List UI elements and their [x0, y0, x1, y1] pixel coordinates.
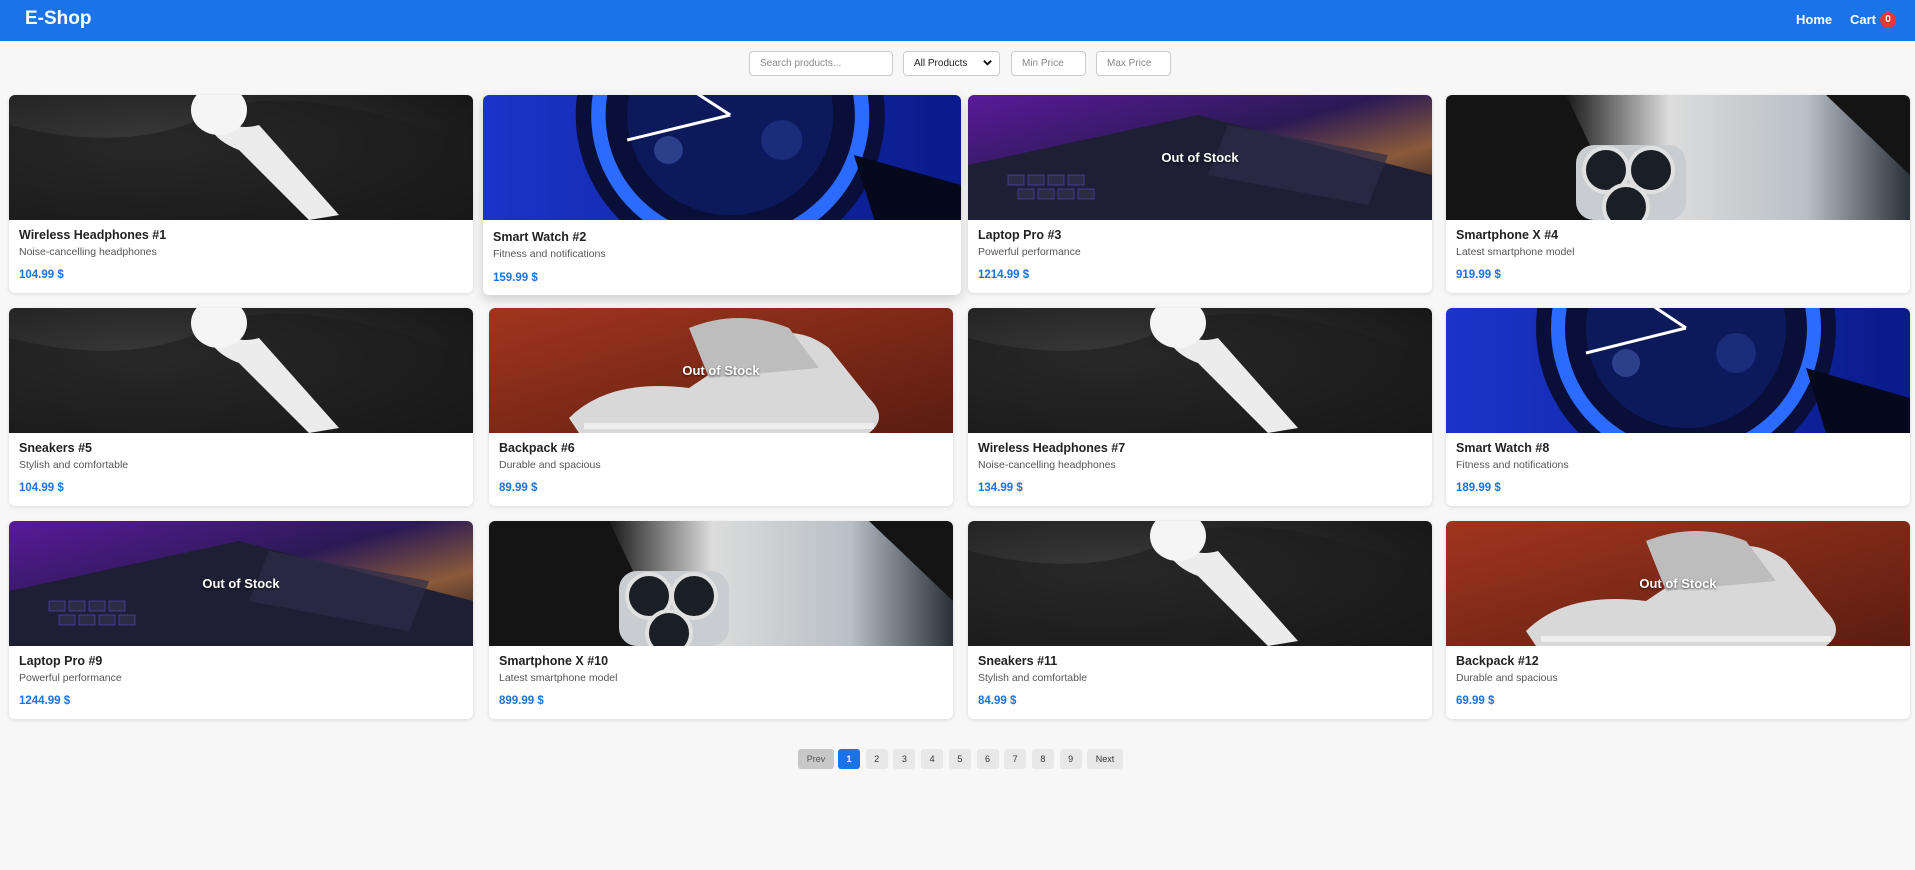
product-description: Durable and spacious	[499, 459, 601, 471]
category-select-value: All Products	[914, 58, 968, 69]
product-name[interactable]: Wireless Headphones #7	[978, 441, 1125, 455]
product-card[interactable]: Sneakers #11 Stylish and comfortable 84.99…	[968, 521, 1432, 719]
page-button[interactable]: 9	[1059, 749, 1082, 769]
product-price: 84.99 $	[978, 695, 1017, 707]
product-description: Latest smartphone model	[499, 672, 618, 684]
product-description: Stylish and comfortable	[19, 459, 129, 471]
category-select[interactable]: All Products	[903, 51, 1000, 76]
out-of-stock-overlay: Out of Stock	[202, 576, 280, 591]
product-image[interactable]	[483, 95, 961, 220]
product-description: Fitness and notifications	[1456, 459, 1569, 471]
out-of-stock-overlay: Out of Stock	[1639, 576, 1717, 591]
filter-bar: All Products	[0, 51, 1915, 76]
product-name[interactable]: Smart Watch #8	[1456, 441, 1549, 455]
product-card[interactable]: Smart Watch #2 Fitness and notifications 1…	[483, 95, 961, 295]
product-description: Latest smartphone model	[1456, 246, 1575, 258]
product-image[interactable]	[9, 308, 473, 433]
product-card[interactable]: Wireless Headphones #7 Noise-cancelling h…	[968, 308, 1432, 506]
product-price: 919.99 $	[1456, 269, 1501, 281]
product-card[interactable]: Smartphone X #10 Latest smartphone model 8…	[489, 521, 953, 719]
product-card[interactable]: Out of Stock Laptop Pro #3 Powerful perfor…	[968, 95, 1432, 293]
product-description: Powerful performance	[19, 672, 122, 684]
product-name[interactable]: Sneakers #5	[19, 441, 92, 455]
search-input[interactable]	[749, 51, 893, 76]
product-price: 189.99 $	[1456, 482, 1501, 494]
product-name[interactable]: Laptop Pro #9	[19, 654, 102, 668]
product-image[interactable]	[9, 95, 473, 220]
pagination: Prev 1 2 3 4 5 6 7 8 9 Next	[0, 749, 1915, 769]
page-button[interactable]: 8	[1031, 749, 1054, 769]
product-image[interactable]	[1446, 308, 1910, 433]
brand-logo[interactable]: E-Shop	[25, 8, 92, 30]
product-image[interactable]	[1446, 95, 1910, 220]
product-price: 69.99 $	[1456, 695, 1495, 707]
product-image[interactable]	[489, 521, 953, 646]
product-card[interactable]: Wireless Headphones #1 Noise-cancelling h…	[9, 95, 473, 293]
product-price: 89.99 $	[499, 482, 538, 494]
product-name[interactable]: Backpack #12	[1456, 654, 1539, 668]
page-button[interactable]: 6	[976, 749, 999, 769]
product-card[interactable]: Out of Stock Backpack #6 Durable and spaci…	[489, 308, 953, 506]
chevron-down-icon	[983, 60, 992, 66]
min-price-input[interactable]	[1011, 51, 1086, 76]
product-price: 104.99 $	[19, 482, 64, 494]
page-button[interactable]: 4	[921, 749, 944, 769]
page-button[interactable]: 7	[1004, 749, 1027, 769]
nav-home-link[interactable]: Home	[1796, 12, 1832, 27]
product-description: Noise-cancelling headphones	[978, 459, 1116, 471]
out-of-stock-overlay: Out of Stock	[682, 363, 760, 378]
product-price: 1244.99 $	[19, 695, 71, 707]
page-button[interactable]: 5	[948, 749, 971, 769]
product-card[interactable]: Sneakers #5 Stylish and comfortable 104.99…	[9, 308, 473, 506]
product-price: 104.99 $	[19, 269, 64, 281]
product-description: Powerful performance	[978, 246, 1081, 258]
product-description: Stylish and comfortable	[978, 672, 1088, 684]
product-name[interactable]: Laptop Pro #3	[978, 228, 1061, 242]
product-price: 134.99 $	[978, 482, 1023, 494]
product-card[interactable]: Smart Watch #8 Fitness and notifications 1…	[1446, 308, 1910, 506]
product-image[interactable]	[968, 521, 1432, 646]
product-card[interactable]: Smartphone X #4 Latest smartphone model 91…	[1446, 95, 1910, 293]
product-card[interactable]: Out of Stock Laptop Pro #9 Powerful perfor…	[9, 521, 473, 719]
product-name[interactable]: Smartphone X #4	[1456, 228, 1558, 242]
max-price-input[interactable]	[1096, 51, 1171, 76]
product-description: Durable and spacious	[1456, 672, 1558, 684]
product-price: 159.99 $	[493, 272, 538, 284]
cart-count-badge: 0	[1880, 12, 1896, 28]
product-name[interactable]: Sneakers #11	[978, 654, 1057, 668]
prev-page-button[interactable]: Prev	[798, 749, 834, 769]
product-description: Fitness and notifications	[493, 248, 606, 260]
page-button[interactable]: 2	[865, 749, 888, 769]
product-name[interactable]: Backpack #6	[499, 441, 575, 455]
page-button[interactable]: 3	[893, 749, 916, 769]
page-button[interactable]: 1	[838, 749, 860, 769]
product-name[interactable]: Smartphone X #10	[499, 654, 608, 668]
navbar: E-Shop Home Cart 0	[0, 0, 1915, 41]
next-page-button[interactable]: Next	[1087, 749, 1123, 769]
product-image[interactable]	[968, 308, 1432, 433]
product-price: 1214.99 $	[978, 269, 1030, 281]
product-name[interactable]: Wireless Headphones #1	[19, 228, 166, 242]
product-price: 899.99 $	[499, 695, 544, 707]
product-name[interactable]: Smart Watch #2	[493, 230, 586, 244]
product-description: Noise-cancelling headphones	[19, 246, 157, 258]
nav-cart-link[interactable]: Cart	[1850, 12, 1876, 27]
out-of-stock-overlay: Out of Stock	[1161, 150, 1239, 165]
product-card[interactable]: Out of Stock Backpack #12 Durable and spac…	[1446, 521, 1910, 719]
